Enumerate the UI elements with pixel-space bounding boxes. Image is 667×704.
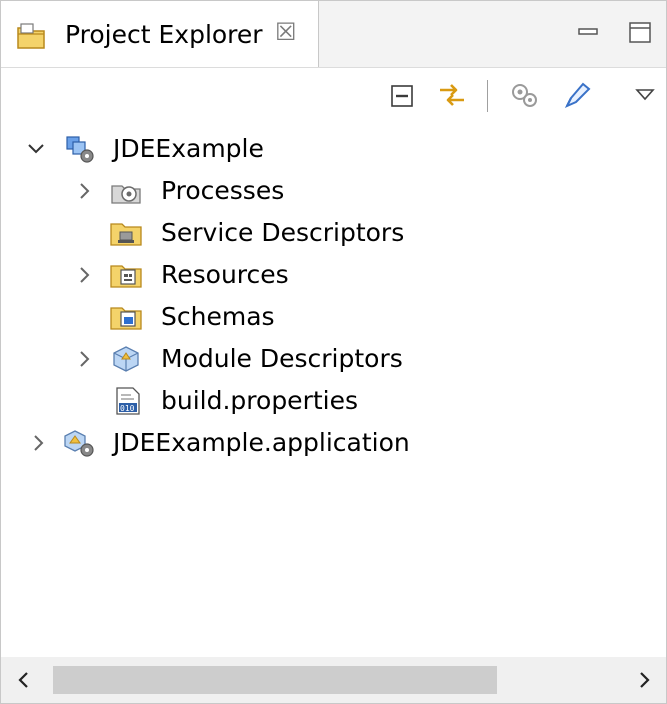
chevron-right-icon[interactable] [73, 347, 95, 371]
properties-file-icon: 010 [116, 387, 140, 415]
minimize-icon[interactable] [573, 17, 603, 47]
tree-item-label: build.properties [161, 386, 358, 415]
chevron-right-icon[interactable] [73, 179, 95, 203]
chevron-right-icon[interactable] [73, 263, 95, 287]
processes-icon [111, 185, 141, 204]
tree-item-label: Processes [161, 176, 285, 205]
tab-close-icon[interactable]: ☒ [275, 18, 297, 46]
scroll-right-icon[interactable] [631, 667, 657, 693]
view-toolbar [1, 68, 666, 124]
module-descriptors-icon [113, 346, 139, 372]
project-explorer-view: Project Explorer ☒ JDEExample Processes … [0, 0, 667, 704]
project-icon [66, 136, 94, 163]
tree-item-label: JDEExample.application [113, 428, 410, 457]
view-menu-icon[interactable] [631, 78, 665, 112]
tree-item-service-descriptors[interactable]: Service Descriptors [1, 213, 601, 253]
tree-item-label: Module Descriptors [161, 344, 403, 373]
tree-item-processes[interactable]: Processes [1, 171, 601, 211]
svg-text:010: 010 [120, 404, 135, 413]
tree-item-label: Resources [161, 260, 289, 289]
toolbar-separator [487, 80, 488, 112]
application-icon [64, 430, 94, 457]
horizontal-scrollbar[interactable] [1, 657, 666, 703]
link-with-editor-icon[interactable] [435, 78, 469, 112]
chevron-right-icon[interactable] [27, 431, 49, 455]
tab-bar: Project Explorer ☒ [1, 1, 666, 68]
tree-item-module-descriptors[interactable]: Module Descriptors [1, 339, 601, 379]
scroll-left-icon[interactable] [11, 667, 37, 693]
collapse-all-icon[interactable] [385, 78, 419, 112]
chevron-down-icon[interactable] [25, 137, 47, 161]
tree-item-jdeexample[interactable]: JDEExample [1, 129, 601, 169]
resources-icon [110, 265, 142, 288]
schemas-icon [110, 307, 142, 330]
tree-item-label: Schemas [161, 302, 275, 331]
tree-item-resources[interactable]: Resources [1, 255, 601, 295]
tab-title: Project Explorer [65, 20, 263, 49]
scroll-thumb[interactable] [53, 666, 497, 694]
focus-icon[interactable] [559, 78, 593, 112]
tree-item-label: JDEExample [113, 134, 264, 163]
filter-icon[interactable] [507, 78, 541, 112]
service-descriptors-icon [110, 223, 142, 246]
project-explorer-icon [17, 23, 45, 49]
tree-item-build-properties[interactable]: 010 build.properties [1, 381, 601, 421]
tree-item-jdeexample-application[interactable]: JDEExample.application [1, 423, 601, 463]
tab-project-explorer[interactable]: Project Explorer ☒ [1, 1, 319, 67]
maximize-icon[interactable] [625, 17, 655, 47]
tree-item-schemas[interactable]: Schemas [1, 297, 601, 337]
tree-item-label: Service Descriptors [161, 218, 405, 247]
